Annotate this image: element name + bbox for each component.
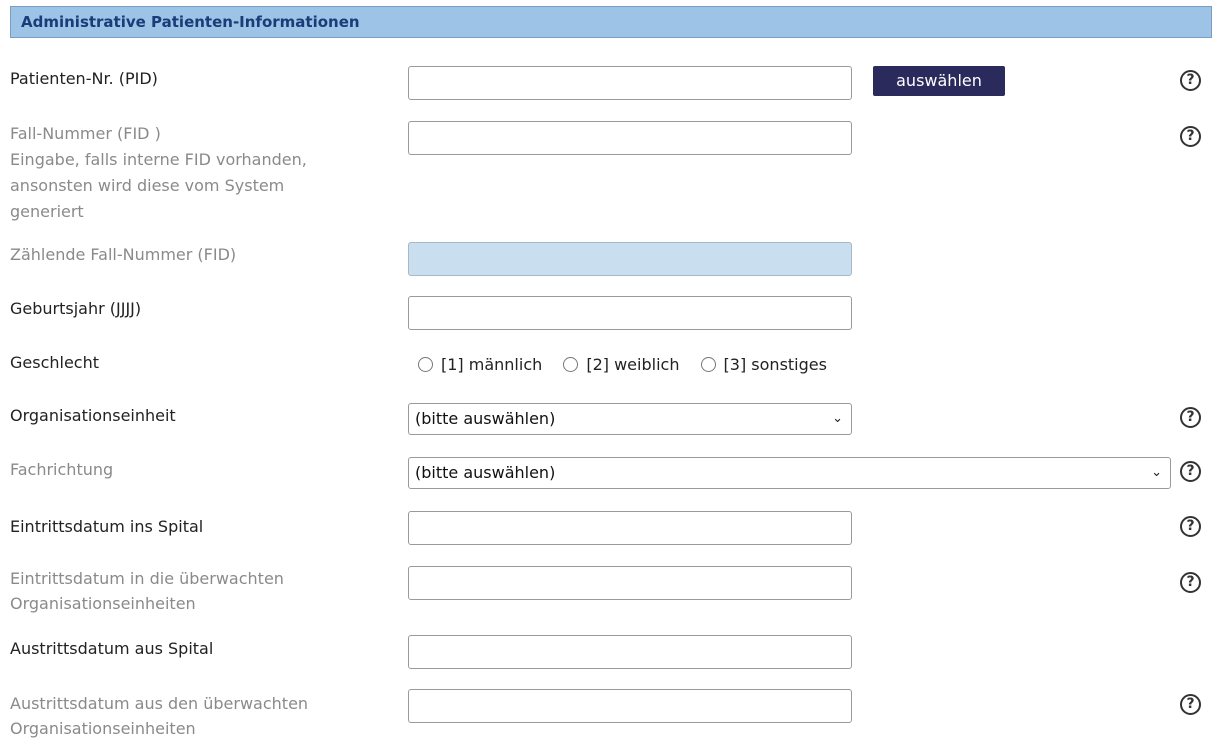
org-unit-label: Organisationseinheit [10, 406, 176, 425]
pid-label: Patienten-Nr. (PID) [10, 69, 158, 88]
gender-option-other[interactable]: [3] sonstiges [700, 352, 827, 378]
count-fid-field [408, 242, 852, 276]
unit-admission-label-line2: Organisationseinheiten [10, 594, 196, 613]
chevron-down-icon: ⌄ [832, 411, 843, 426]
unit-discharge-label: Austrittsdatum aus den überwachten [10, 694, 309, 713]
section-header: Administrative Patienten-Informationen [10, 6, 1212, 38]
chevron-down-icon: ⌄ [1151, 465, 1162, 480]
fid-hint-line: Eingabe, falls interne FID vorhanden, [10, 150, 307, 169]
discharge-date-label: Austrittsdatum aus Spital [10, 639, 214, 658]
gender-radio-group: [1] männlich [2] weiblich [3] sonstiges [418, 352, 843, 378]
birth-year-label: Geburtsjahr (JJJJ) [10, 299, 142, 318]
radio-icon[interactable] [700, 357, 716, 372]
help-icon[interactable]: ? [1180, 407, 1201, 428]
discharge-date-input[interactable] [408, 635, 852, 669]
select-value: (bitte auswählen) [415, 409, 556, 428]
help-icon[interactable]: ? [1180, 461, 1201, 482]
gender-option-label: [1] männlich [441, 355, 543, 374]
gender-option-male[interactable]: [1] männlich [418, 352, 542, 378]
radio-icon[interactable] [563, 357, 579, 372]
count-fid-label: Zählende Fall-Nummer (FID) [10, 245, 237, 264]
select-value: (bitte auswählen) [415, 463, 556, 482]
unit-admission-input[interactable] [408, 566, 852, 600]
help-icon[interactable]: ? [1180, 126, 1201, 147]
unit-discharge-label-line2: Organisationseinheiten [10, 719, 196, 738]
admission-date-label: Eintrittsdatum ins Spital [10, 517, 204, 536]
fid-hint-line: ansonsten wird diese vom System [10, 176, 285, 195]
pid-input[interactable] [408, 66, 852, 100]
fid-input[interactable] [408, 121, 852, 155]
help-icon[interactable]: ? [1180, 70, 1201, 91]
specialty-select[interactable]: (bitte auswählen) ⌄ [408, 457, 1171, 489]
unit-admission-label: Eintrittsdatum in die überwachten [10, 569, 284, 588]
gender-option-label: [2] weiblich [586, 355, 680, 374]
org-unit-select[interactable]: (bitte auswählen) ⌄ [408, 403, 852, 435]
help-icon[interactable]: ? [1180, 694, 1201, 715]
gender-label: Geschlecht [10, 353, 100, 372]
gender-option-female[interactable]: [2] weiblich [563, 352, 679, 378]
help-icon[interactable]: ? [1180, 516, 1201, 537]
select-patient-button[interactable]: auswählen [873, 66, 1005, 96]
radio-icon[interactable] [418, 357, 433, 372]
fid-label: Fall-Nummer (FID ) [10, 124, 161, 143]
fid-hint-line: generiert [10, 202, 84, 221]
gender-option-label: [3] sonstiges [723, 355, 827, 374]
help-icon[interactable]: ? [1180, 572, 1201, 593]
birth-year-input[interactable] [408, 296, 852, 330]
unit-discharge-input[interactable] [408, 689, 852, 723]
admission-date-input[interactable] [408, 511, 852, 545]
specialty-label: Fachrichtung [10, 460, 114, 479]
